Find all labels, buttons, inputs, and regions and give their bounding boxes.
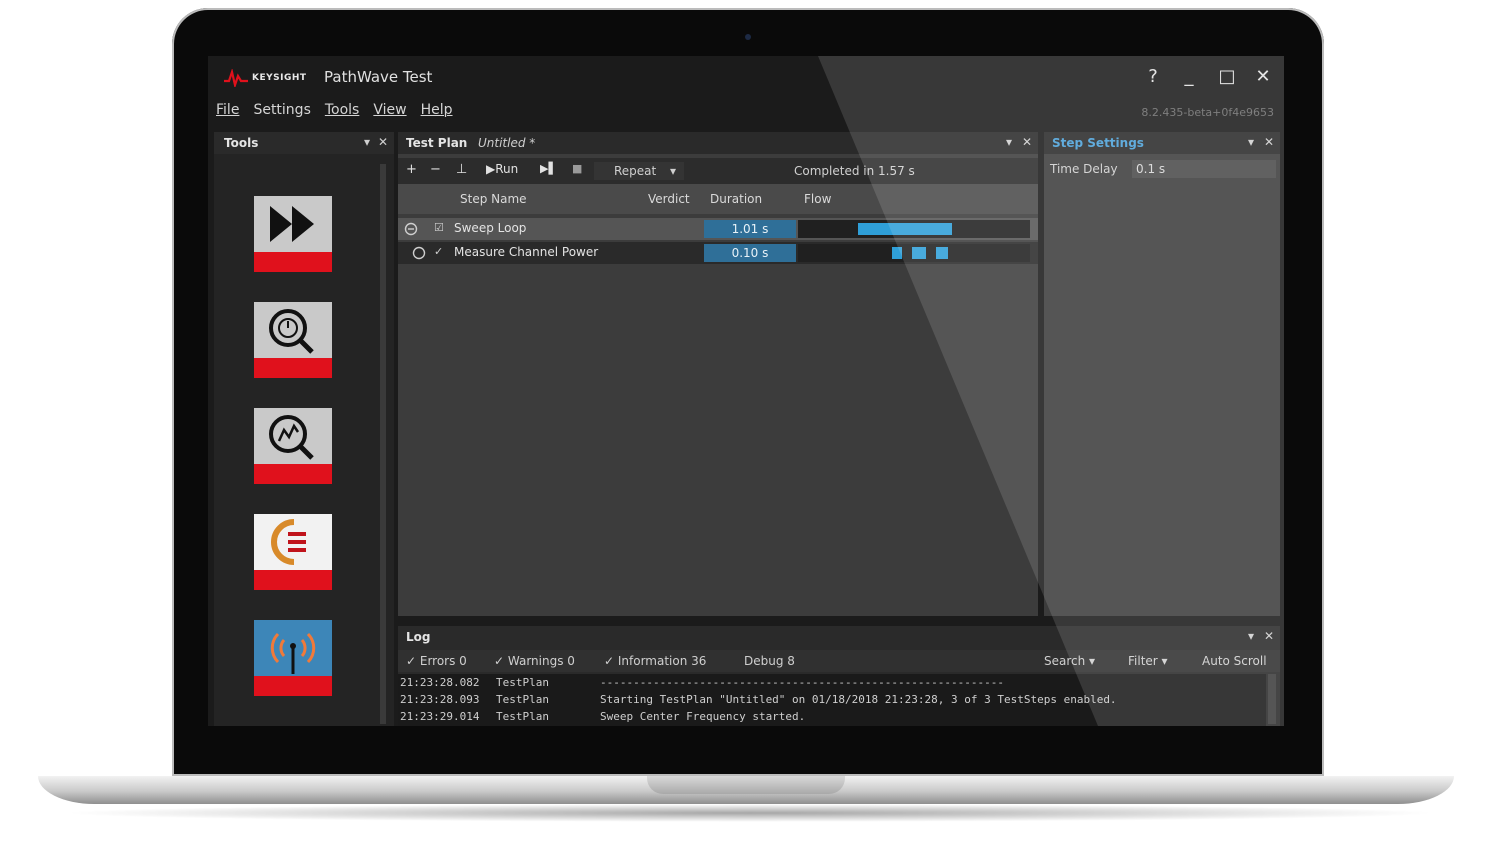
- test-plan-title: Test Plan: [406, 136, 468, 150]
- maximize-button[interactable]: □: [1216, 66, 1238, 87]
- time-delay-setting: Time Delay 0.1 s: [1048, 160, 1276, 178]
- keysight-logo-icon: [271, 519, 306, 565]
- menu-tools[interactable]: Tools: [325, 102, 360, 124]
- test-plan-pin-icon[interactable]: ▾: [1006, 135, 1012, 149]
- menu-help[interactable]: Help: [421, 102, 453, 124]
- test-plan-panel: Test Plan Untitled * ▾ ✕ + − ⊥ ▶Run ▶▌ ■…: [398, 132, 1038, 616]
- brand-name: KEYSIGHT: [252, 73, 307, 83]
- test-plan-header: Test Plan Untitled * ▾ ✕: [398, 132, 1038, 154]
- step-enabled-checkbox[interactable]: ☑: [434, 221, 446, 234]
- time-delay-label: Time Delay: [1050, 162, 1118, 176]
- test-plan-name: Untitled *: [478, 136, 536, 150]
- search-dropdown[interactable]: Search ▾: [1044, 654, 1095, 668]
- minimize-button[interactable]: _: [1178, 66, 1200, 87]
- auto-scroll-toggle[interactable]: Auto Scroll: [1202, 654, 1267, 668]
- tools-panel-header: Tools ▾ ✕: [214, 132, 394, 154]
- debug-filter-toggle[interactable]: Debug 8: [744, 654, 795, 668]
- remove-step-button[interactable]: −: [430, 162, 441, 177]
- version-label: 8.2.435-beta+0f4e9653: [1141, 106, 1274, 119]
- step-settings-panel: Step Settings ▾ ✕ Time Delay 0.1 s: [1044, 132, 1280, 616]
- title-bar: KEYSIGHT PathWave Test ? _ □ ✕: [208, 56, 1284, 100]
- step-grid-header: Step Name Verdict Duration Flow: [398, 184, 1038, 214]
- log-header: Log ▾ ✕: [398, 626, 1280, 648]
- flow-segment: [912, 247, 926, 259]
- step-settings-title: Step Settings: [1052, 136, 1144, 150]
- log-close-icon[interactable]: ✕: [1264, 629, 1274, 643]
- time-delay-value: 0.1 s: [1136, 162, 1166, 176]
- completed-status: Completed in 1.57 s: [794, 164, 915, 178]
- laptop-shadow: [60, 804, 1440, 822]
- step-flow-bar: [798, 220, 1030, 238]
- repeat-label: Repeat: [614, 164, 657, 178]
- add-step-button[interactable]: +: [406, 162, 417, 177]
- warnings-filter-toggle[interactable]: ✓ Warnings 0: [494, 654, 575, 668]
- step-name: Sweep Loop: [454, 221, 527, 235]
- tools-close-icon[interactable]: ✕: [378, 135, 388, 149]
- chart-search-icon: [269, 415, 314, 460]
- test-plan-toolbar: + − ⊥ ▶Run ▶▌ ■ Repeat ▾ Completed in 1.…: [398, 158, 1038, 184]
- menu-view[interactable]: View: [373, 102, 406, 124]
- menu-bar: File Settings Tools View Help: [216, 102, 453, 124]
- tools-pin-icon[interactable]: ▾: [364, 135, 370, 149]
- step-duration: 0.10 s: [704, 244, 796, 262]
- log-scrollbar[interactable]: [1268, 674, 1276, 724]
- tool-tile-timing-analyzer[interactable]: [254, 302, 332, 378]
- tool-tile-remote-connection[interactable]: [254, 620, 332, 696]
- insert-step-button[interactable]: ⊥: [456, 162, 467, 177]
- signal-tower-icon: [270, 632, 316, 674]
- step-settings-pin-icon[interactable]: ▾: [1248, 135, 1254, 149]
- step-settings-header: Step Settings ▾ ✕: [1044, 132, 1280, 154]
- menu-settings[interactable]: Settings: [253, 102, 310, 124]
- step-name: Measure Channel Power: [454, 245, 599, 259]
- expand-node-icon[interactable]: [404, 222, 418, 236]
- log-pin-icon[interactable]: ▾: [1248, 629, 1254, 643]
- flow-segment: [858, 223, 952, 235]
- column-flow[interactable]: Flow: [804, 192, 831, 206]
- keysight-wave-icon: [224, 69, 248, 87]
- tool-tile-results-viewer[interactable]: [254, 408, 332, 484]
- timer-search-icon: [269, 309, 314, 354]
- tool-tile-editor[interactable]: [254, 196, 332, 272]
- log-panel: Log ▾ ✕ ✓ Errors 0 ✓ Warnings 0 ✓ Inform…: [398, 626, 1280, 726]
- tools-panel-title: Tools: [224, 136, 259, 150]
- log-title: Log: [406, 630, 431, 644]
- information-filter-toggle[interactable]: ✓ Information 36: [604, 654, 706, 668]
- keysight-logo: KEYSIGHT: [224, 69, 307, 87]
- app-title: PathWave Test: [324, 68, 433, 86]
- close-button[interactable]: ✕: [1252, 66, 1274, 87]
- test-plan-close-icon[interactable]: ✕: [1022, 135, 1032, 149]
- chevron-down-icon: ▾: [670, 164, 677, 178]
- filter-dropdown[interactable]: Filter ▾: [1128, 654, 1168, 668]
- step-node-icon: [412, 246, 426, 260]
- step-settings-close-icon[interactable]: ✕: [1264, 135, 1274, 149]
- tool-tile-license-manager[interactable]: [254, 514, 332, 590]
- app-window: KEYSIGHT PathWave Test ? _ □ ✕ File Sett…: [208, 56, 1284, 726]
- camera-icon: [745, 34, 751, 40]
- help-button[interactable]: ?: [1142, 66, 1164, 87]
- time-delay-input[interactable]: 0.1 s: [1132, 160, 1276, 178]
- log-messages: 21:23:28.082 TestPlan --------------------…: [398, 674, 1266, 726]
- step-enabled-checkbox[interactable]: ✓: [434, 245, 446, 258]
- flow-segment: [892, 247, 902, 259]
- log-filter-bar: ✓ Errors 0 ✓ Warnings 0 ✓ Information 36…: [398, 650, 1280, 672]
- menu-file[interactable]: File: [216, 102, 239, 124]
- repeat-dropdown[interactable]: Repeat ▾: [594, 162, 684, 180]
- errors-filter-toggle[interactable]: ✓ Errors 0: [406, 654, 467, 668]
- stop-button[interactable]: ■: [572, 162, 582, 175]
- column-step-name[interactable]: Step Name: [460, 192, 527, 206]
- column-verdict[interactable]: Verdict: [648, 192, 690, 206]
- step-button[interactable]: ▶▌: [540, 162, 557, 175]
- tools-scrollbar[interactable]: [380, 164, 386, 724]
- table-row[interactable]: ✓ Measure Channel Power 0.10 s: [398, 242, 1038, 264]
- step-duration: 1.01 s: [704, 220, 796, 238]
- flow-segment: [936, 247, 948, 259]
- run-button[interactable]: ▶Run: [486, 162, 518, 176]
- fast-forward-icon: [270, 206, 314, 242]
- table-row[interactable]: ☑ Sweep Loop 1.01 s: [398, 218, 1038, 240]
- laptop-base-notch: [647, 776, 845, 794]
- step-flow-bar: [798, 244, 1030, 262]
- column-duration[interactable]: Duration: [710, 192, 762, 206]
